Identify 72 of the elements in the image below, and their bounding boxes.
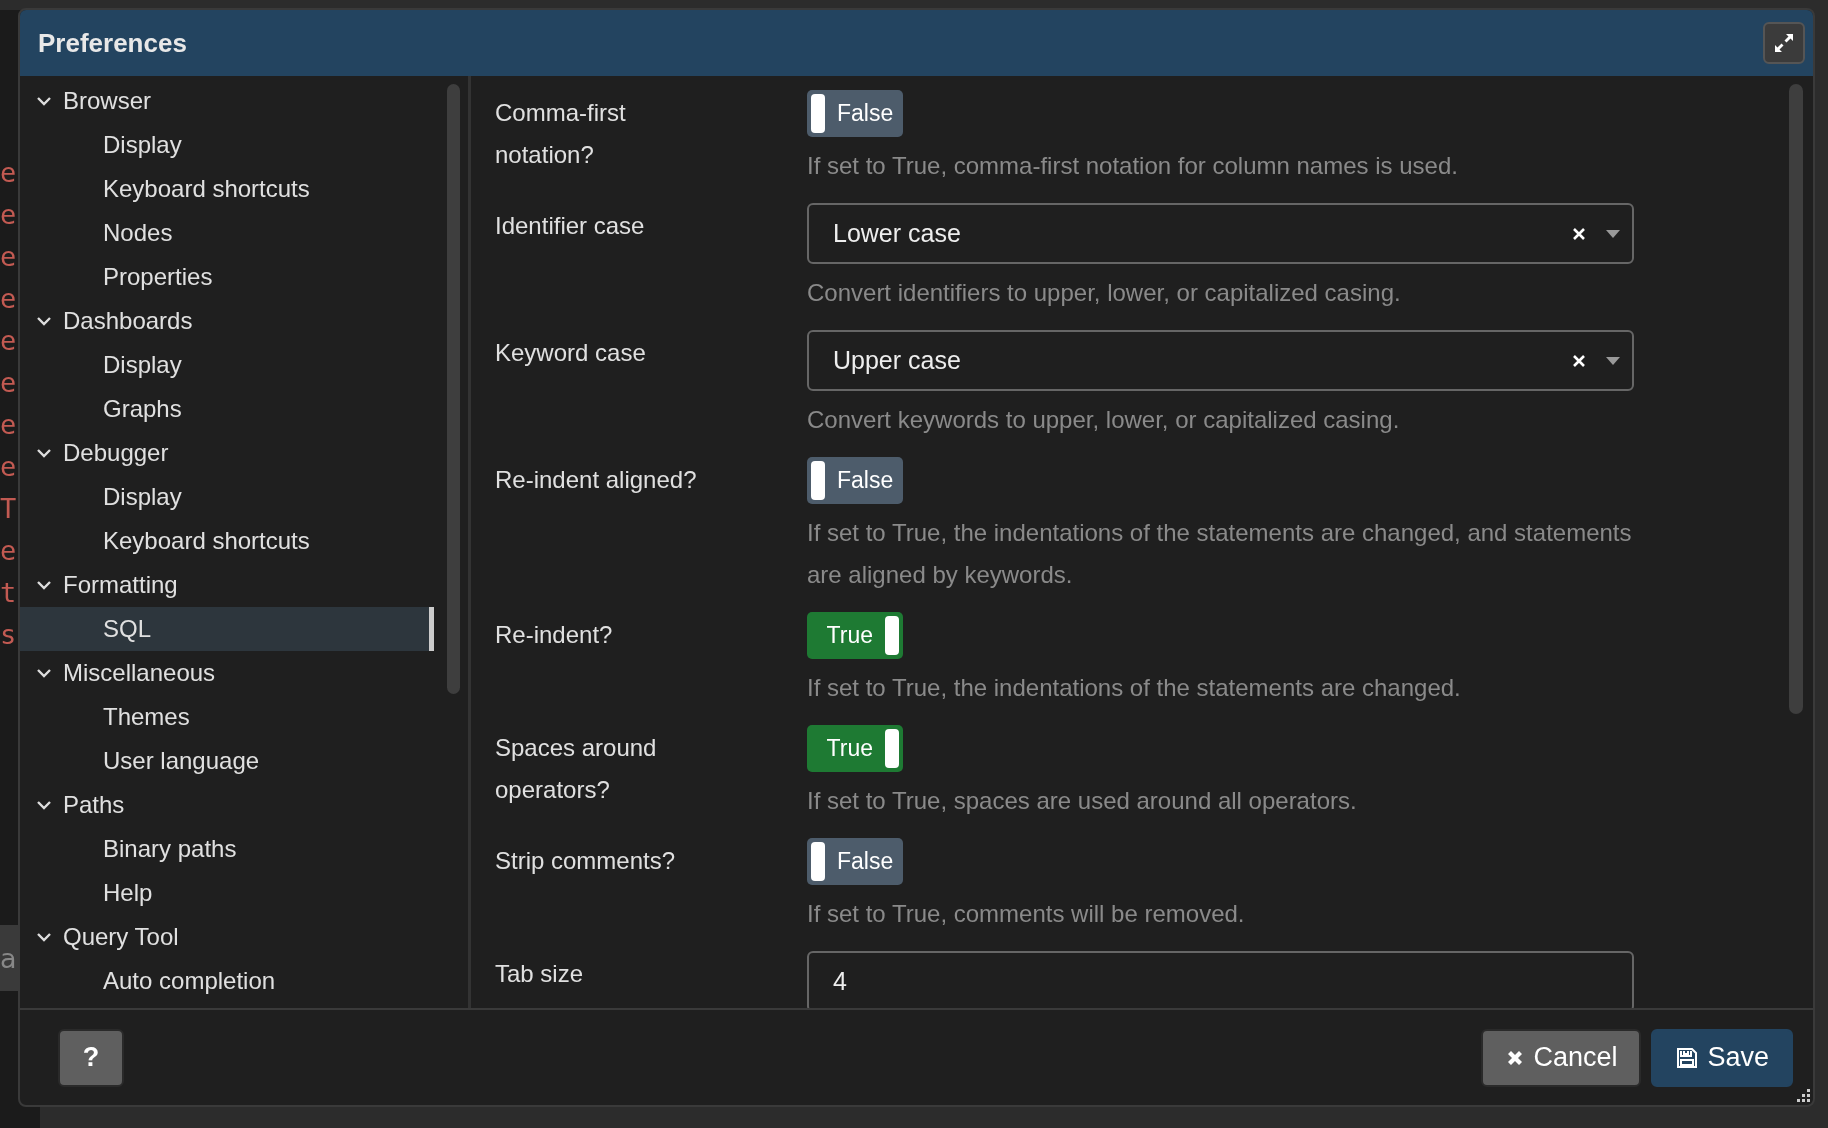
save-button[interactable]: Save — [1651, 1028, 1793, 1087]
code-text: e — [0, 282, 18, 316]
code-text: s — [0, 618, 18, 652]
code-text: e — [0, 324, 18, 358]
code-text: e — [0, 408, 18, 442]
tree-item[interactable]: Formatting — [20, 563, 434, 607]
field-label: Tab size — [495, 959, 585, 989]
tree-item[interactable]: Debugger — [20, 431, 434, 475]
dropdown-value: Lower case — [833, 219, 962, 248]
caret-icon[interactable] — [1606, 229, 1620, 238]
scrollbar[interactable] — [1789, 84, 1803, 714]
scrollbar[interactable] — [447, 84, 460, 694]
clear-icon[interactable] — [1572, 226, 1586, 241]
code-text: e — [0, 198, 18, 232]
resize-grip-icon[interactable] — [1797, 1089, 1811, 1103]
tree-item[interactable]: Paths — [20, 783, 434, 827]
dropdown-field[interactable]: Upper case — [807, 330, 1634, 391]
dialog-title: Preferences — [38, 27, 188, 59]
field-label: Spaces around operators? — [495, 733, 658, 805]
tree-item[interactable]: Help — [20, 871, 434, 915]
status-text: a — [0, 942, 17, 974]
code-text: T — [0, 492, 18, 526]
code-text: e — [0, 240, 18, 274]
tree-item[interactable]: Nodes — [20, 211, 434, 255]
tree-item[interactable]: Keyboard shortcuts — [20, 519, 434, 563]
help-text: If set to True, comma-first notation for column names is used. — [807, 151, 1459, 181]
input-field[interactable]: 4 — [807, 951, 1634, 1008]
field-label: Re-indent? — [495, 620, 614, 650]
tree-item[interactable]: Properties — [20, 255, 434, 299]
tree-item[interactable]: Display — [20, 343, 434, 387]
caret-icon[interactable] — [1606, 356, 1620, 365]
cancel-button[interactable]: Cancel — [1481, 1028, 1642, 1087]
tree-item[interactable]: Query Tool — [20, 915, 434, 959]
code-text: e — [0, 534, 18, 568]
tree-item[interactable]: Auto completion — [20, 959, 434, 1003]
tree-item[interactable]: Dashboards — [20, 299, 434, 343]
toggle-switch[interactable]: True — [807, 612, 903, 659]
help-text: If set to True, comments will be removed. — [807, 899, 1246, 929]
help-text: If set to True, the indentations of the statements are changed. — [807, 673, 1462, 703]
maximize-button[interactable] — [1763, 22, 1805, 64]
help-text: Convert keywords to upper, lower, or capitalized casing. — [807, 405, 1401, 435]
field-label: Re-indent aligned? — [495, 465, 698, 495]
field-label: Keyword case — [495, 338, 647, 368]
dropdown-field[interactable]: Lower case — [807, 203, 1634, 264]
field-label: Comma-first notation? — [495, 98, 627, 170]
code-text: e — [0, 366, 18, 400]
help-text: Convert identifiers to upper, lower, or capitalized casing. — [807, 278, 1402, 308]
code-text: t — [0, 576, 18, 610]
dropdown-value: Upper case — [833, 346, 962, 375]
tree-item[interactable]: SQL — [20, 607, 434, 651]
tree-item[interactable]: Miscellaneous — [20, 651, 434, 695]
toggle-switch[interactable]: False — [807, 90, 903, 137]
field-label: Strip comments? — [495, 846, 677, 876]
tree-item[interactable]: Binary paths — [20, 827, 434, 871]
help-text: If set to True, spaces are used around all operators. — [807, 786, 1358, 816]
tree-item[interactable]: Themes — [20, 695, 434, 739]
clear-icon[interactable] — [1572, 353, 1586, 368]
help-text: If set to True, the indentations of the statements are changed, and statements are aligned by keywords. — [807, 518, 1633, 590]
toggle-switch[interactable]: False — [807, 838, 903, 885]
tree-item[interactable]: Browser — [20, 79, 434, 123]
tree-item[interactable]: Display — [20, 475, 434, 519]
toggle-switch[interactable]: False — [807, 457, 903, 504]
field-label: Identifier case — [495, 211, 646, 241]
tree-item[interactable]: User language — [20, 739, 434, 783]
expand-icon — [1772, 31, 1796, 55]
code-text: e — [0, 450, 18, 484]
tree-item[interactable]: Keyboard shortcuts — [20, 167, 434, 211]
toggle-switch[interactable]: True — [807, 725, 903, 772]
help-button[interactable]: ? — [58, 1028, 124, 1087]
tree-item[interactable]: Display — [20, 123, 434, 167]
code-text: e — [0, 156, 18, 190]
tree-item[interactable]: Graphs — [20, 387, 434, 431]
